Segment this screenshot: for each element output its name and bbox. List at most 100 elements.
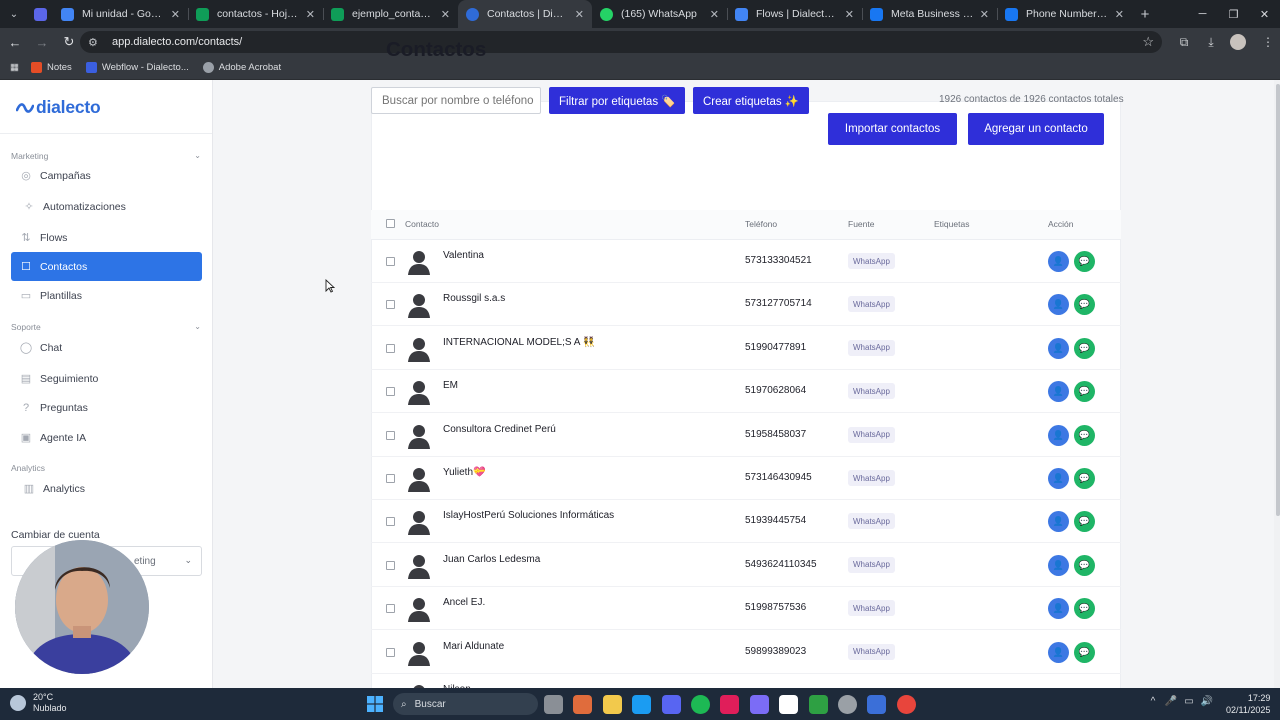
app-icon[interactable]	[749, 695, 769, 714]
table-row[interactable]: Ancel EJ. 51998757536 WhatsApp 👤 💬	[371, 587, 1121, 631]
tab-google-drive[interactable]: Mi unidad - Google Drive ✕	[53, 0, 188, 28]
tab-contactos-sheet[interactable]: contactos - Hojas de cálculo ✕	[188, 0, 323, 28]
view-profile-button[interactable]: 👤	[1048, 511, 1069, 533]
contact-name[interactable]: EM	[443, 380, 458, 391]
open-chat-button[interactable]: 💬	[1074, 294, 1095, 316]
url-bar[interactable]: ⚙ app.dialecto.com/contacts/ ☆	[80, 31, 1162, 53]
notion-icon[interactable]	[779, 695, 799, 714]
close-tab-icon[interactable]: ✕	[441, 8, 450, 21]
table-row[interactable]: Valentina 573133304521 WhatsApp 👤 💬	[371, 240, 1121, 283]
apps-grid-icon[interactable]: ▦	[10, 62, 19, 73]
row-checkbox[interactable]	[386, 300, 395, 310]
sidebar-item-chat[interactable]: ◯ Chat	[11, 333, 202, 362]
taskbar-clock[interactable]: 17:29 02/11/2025	[1226, 692, 1270, 716]
add-contact-button[interactable]: Agregar un contacto	[968, 113, 1104, 145]
chevron-up-icon[interactable]: ^	[1144, 696, 1162, 707]
open-chat-button[interactable]: 💬	[1074, 511, 1095, 533]
telegram-icon[interactable]	[632, 695, 652, 714]
close-tab-icon[interactable]: ✕	[710, 8, 719, 21]
sidebar-item-agente-ia[interactable]: ▣ Agente IA	[11, 423, 202, 452]
discord-icon[interactable]	[661, 695, 681, 714]
view-profile-button[interactable]: 👤	[1048, 468, 1069, 489]
app-icon[interactable]	[808, 695, 828, 714]
bookmark-star-icon[interactable]: ☆	[1142, 34, 1154, 50]
filter-by-tags-button[interactable]: Filtrar por etiquetas 🏷️	[549, 87, 685, 114]
sidebar-item-campanas[interactable]: ◎ Campañas	[11, 161, 202, 190]
section-marketing[interactable]: Marketing ⌄	[11, 151, 201, 161]
table-row[interactable]: Mari Aldunate 59899389023 WhatsApp 👤 💬	[371, 631, 1121, 674]
create-tags-button[interactable]: Crear etiquetas ✨	[693, 87, 809, 114]
extensions-icon[interactable]: ⧉	[1172, 30, 1196, 54]
contact-name[interactable]: Valentina	[443, 250, 484, 261]
table-row[interactable]: Consultora Credinet Perú 51958458037 Whats…	[371, 414, 1121, 457]
app-icon[interactable]	[867, 695, 887, 714]
open-chat-button[interactable]: 💬	[1074, 468, 1095, 489]
new-tab-plus-icon[interactable]: +	[1132, 6, 1158, 23]
table-row[interactable]: EM 51970628064 WhatsApp 👤 💬	[371, 370, 1121, 414]
brand-logo[interactable]: dialecto	[16, 97, 101, 118]
minimize-icon[interactable]: ─	[1187, 0, 1218, 28]
slack-icon[interactable]	[720, 695, 740, 714]
bookmark-notes[interactable]: Notes	[30, 62, 72, 73]
close-tab-icon[interactable]: ✕	[171, 8, 180, 21]
table-row[interactable]: INTERNACIONAL MODEL;S A 👯 51990477891 What…	[371, 327, 1121, 370]
table-row[interactable]: Roussgil s.a.s 573127705714 WhatsApp 👤 💬	[371, 283, 1121, 327]
scrollbar-thumb[interactable]	[1276, 84, 1280, 516]
site-settings-icon[interactable]: ⚙	[88, 36, 104, 49]
task-view-icon[interactable]	[544, 695, 563, 714]
view-profile-button[interactable]: 👤	[1048, 251, 1069, 272]
open-chat-button[interactable]: 💬	[1074, 251, 1095, 272]
view-profile-button[interactable]: 👤	[1048, 381, 1069, 403]
tab-phone-numbers[interactable]: Phone Numbers | WhatsApp ✕	[997, 0, 1132, 28]
contact-name[interactable]: Consultora Credinet Perú	[443, 424, 556, 435]
sidebar-item-analytics[interactable]: ▥ Analytics	[11, 474, 202, 503]
table-row[interactable]: Juan Carlos Ledesma 5493624110345 WhatsApp…	[371, 544, 1121, 587]
close-tab-icon[interactable]: ✕	[980, 8, 989, 21]
table-row[interactable]: Yulieth💝 573146430945 WhatsApp 👤 💬	[371, 457, 1121, 500]
open-chat-button[interactable]: 💬	[1074, 381, 1095, 403]
row-checkbox[interactable]	[386, 387, 395, 397]
open-chat-button[interactable]: 💬	[1074, 598, 1095, 620]
file-explorer-icon[interactable]	[602, 695, 622, 714]
contact-name[interactable]: IslayHostPerú Soluciones Informáticas	[443, 510, 614, 521]
contact-name[interactable]: Yulieth💝	[443, 467, 485, 478]
volume-icon[interactable]: 🔊	[1198, 696, 1216, 707]
weather-widget[interactable]: 20°C Nublado	[10, 692, 67, 714]
tab-meta-business[interactable]: Meta Business Suite ✕	[862, 0, 997, 28]
close-tab-icon[interactable]: ✕	[575, 8, 584, 21]
contact-name[interactable]: Ancel EJ.	[443, 597, 485, 608]
app-icon[interactable]	[837, 695, 857, 714]
view-profile-button[interactable]: 👤	[1048, 598, 1069, 620]
view-profile-button[interactable]: 👤	[1048, 294, 1069, 316]
download-icon[interactable]: ⤓	[1199, 30, 1223, 54]
import-contacts-button[interactable]: Importar contactos	[828, 113, 957, 145]
close-window-icon[interactable]: ✕	[1249, 0, 1280, 28]
close-tab-icon[interactable]: ✕	[1115, 8, 1124, 21]
bookmark-acrobat[interactable]: Adobe Acrobat	[202, 62, 281, 73]
spotify-icon[interactable]	[690, 695, 710, 714]
restore-icon[interactable]: ❐	[1218, 0, 1249, 28]
row-checkbox[interactable]	[386, 647, 395, 657]
row-checkbox[interactable]	[386, 517, 395, 527]
view-profile-button[interactable]: 👤	[1048, 554, 1069, 576]
windows-start-icon[interactable]	[367, 696, 383, 712]
microphone-icon[interactable]: 🎤	[1162, 696, 1180, 707]
contact-name[interactable]: Juan Carlos Ledesma	[443, 554, 540, 565]
sidebar-item-contactos[interactable]: ☐ Contactos	[11, 252, 202, 281]
chrome-icon[interactable]	[896, 695, 916, 714]
open-chat-button[interactable]: 💬	[1074, 337, 1095, 359]
sidebar-item-plantillas[interactable]: ▭ Plantillas	[11, 281, 202, 310]
tab-ejemplo-sheet[interactable]: ejemplo_contactos (1) - Hojas ✕	[323, 0, 458, 28]
search-input[interactable]	[371, 87, 541, 114]
contact-name[interactable]: Mari Aldunate	[443, 641, 504, 652]
select-all-checkbox[interactable]	[386, 219, 395, 228]
sidebar-item-automatizaciones[interactable]: ✧ Automatizaciones	[11, 192, 202, 221]
sidebar-item-preguntas[interactable]: ? Preguntas	[11, 393, 202, 422]
profile-avatar[interactable]	[1230, 34, 1246, 50]
row-checkbox[interactable]	[386, 474, 395, 483]
table-row[interactable]: IslayHostPerú Soluciones Informáticas 519…	[371, 500, 1121, 544]
close-tab-icon[interactable]: ✕	[306, 8, 315, 21]
sidebar-item-flows[interactable]: ⇅ Flows	[11, 223, 202, 252]
view-profile-button[interactable]: 👤	[1048, 641, 1069, 663]
view-profile-button[interactable]: 👤	[1048, 424, 1069, 446]
